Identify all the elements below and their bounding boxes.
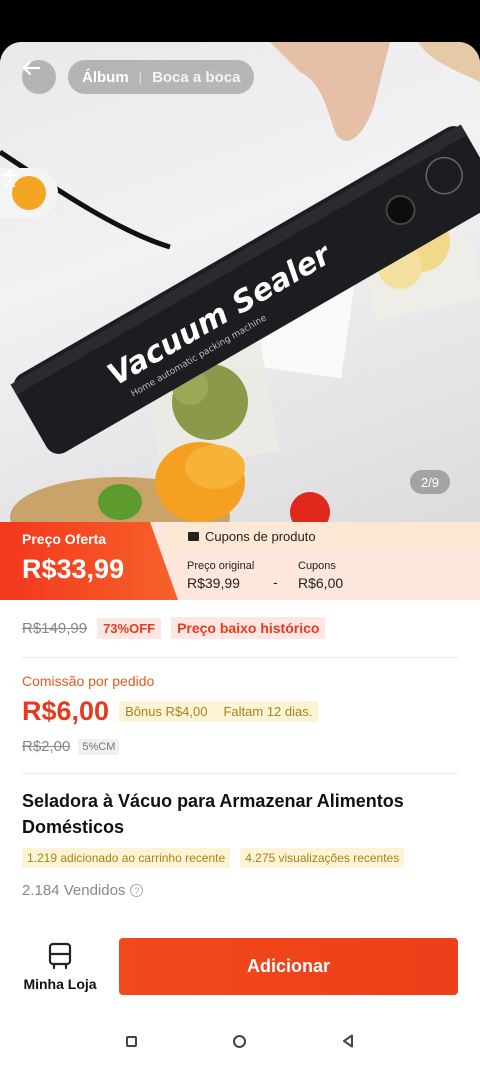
historic-low-badge: Preço baixo histórico <box>171 617 326 639</box>
divider <box>22 773 458 774</box>
coupons-header-label: Cupons de produto <box>205 529 316 544</box>
my-store-label: Minha Loja <box>23 976 97 992</box>
commission-old-row: R$2,00 5%CM <box>22 738 120 755</box>
offer-price-panel: Preço Oferta R$33,99 <box>0 522 178 600</box>
old-commission: R$2,00 <box>22 738 71 755</box>
original-price-value: R$39,99 <box>187 575 240 591</box>
my-store-button[interactable]: Minha Loja <box>22 942 98 992</box>
recent-views-stat: 4.275 visualizações recentes <box>240 848 405 868</box>
media-tabs: Álbum | Boca a boca <box>68 60 255 94</box>
divider <box>22 657 458 658</box>
commission-value: R$6,00 <box>22 696 110 726</box>
coupons-header[interactable]: Cupons de produto <box>168 522 480 551</box>
bonus-text: Bônus R$4,00 <box>125 704 208 719</box>
original-price-label: Preço original <box>187 560 255 572</box>
coupon-label: Cupons <box>298 560 336 572</box>
price-strip: Cupons de produto Preço Oferta R$33,99 P… <box>0 522 480 600</box>
accessibility-button[interactable] <box>0 168 58 218</box>
store-icon <box>48 942 72 970</box>
tab-word-of-mouth[interactable]: Boca a boca <box>152 69 240 86</box>
percent-off-badge: 73%OFF <box>97 617 162 639</box>
recent-apps-icon[interactable] <box>126 1035 137 1047</box>
product-detail-screen: Vacuum Sealer Home automatic packing mac… <box>0 42 480 1066</box>
coupon-icon <box>188 532 199 541</box>
sold-count-text: 2.184 Vendidos <box>22 882 126 899</box>
product-title: Seladora à Vácuo para Armazenar Alimento… <box>22 791 404 837</box>
coupon-value: R$6,00 <box>298 575 344 591</box>
commission-rate-badge: 5%CM <box>78 738 120 755</box>
price-separator: - <box>273 574 278 590</box>
image-counter: 2/9 <box>410 470 450 494</box>
tab-separator: | <box>138 69 143 85</box>
old-price: R$149,99 <box>22 619 88 637</box>
offer-price: R$33,99 <box>22 554 125 584</box>
product-stats: 1.219 adicionado ao carrinho recente 4.2… <box>22 848 405 868</box>
original-price-block: Preço original R$39,99 <box>187 560 254 591</box>
bonus-badge: Bônus R$4,00 Faltam 12 dias. <box>119 701 319 722</box>
offer-label: Preço Oferta <box>22 531 107 547</box>
arrow-left-icon <box>22 60 40 76</box>
commission-row: R$6,00 Bônus R$4,00 Faltam 12 dias. <box>22 696 319 727</box>
days-left-text: Faltam 12 dias. <box>223 704 313 719</box>
commission-label: Comissão por pedido <box>22 673 155 689</box>
help-icon[interactable]: ? <box>130 884 144 897</box>
system-nav-bar <box>0 1016 480 1066</box>
back-triangle-icon[interactable] <box>342 1034 354 1048</box>
discount-row: R$149,99 73%OFF Preço baixo histórico <box>22 617 326 639</box>
back-button[interactable] <box>22 60 56 94</box>
product-image-carousel[interactable]: Vacuum Sealer Home automatic packing mac… <box>0 42 480 522</box>
sold-count: 2.184 Vendidos ? <box>22 882 144 899</box>
product-photo: Vacuum Sealer Home automatic packing mac… <box>0 42 480 522</box>
home-icon[interactable] <box>233 1034 246 1048</box>
added-to-cart-stat: 1.219 adicionado ao carrinho recente <box>22 848 231 868</box>
accessibility-icon <box>2 170 46 210</box>
tab-album[interactable]: Álbum <box>82 69 129 86</box>
coupon-block: Cupons R$6,00 <box>298 560 343 591</box>
add-button[interactable]: Adicionar <box>119 938 458 995</box>
